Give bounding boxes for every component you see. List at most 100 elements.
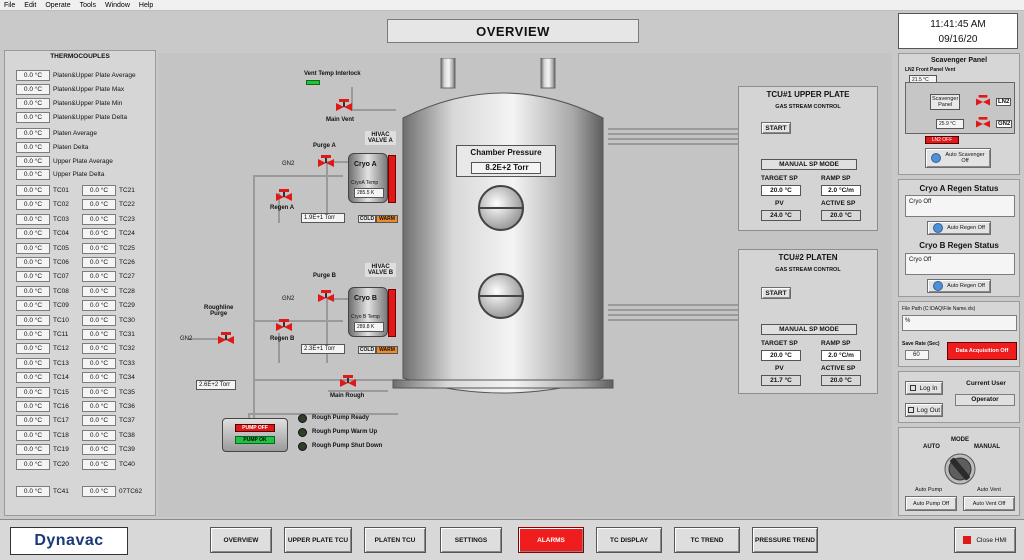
rough-pressure: 2.6E+2 Torr (196, 380, 236, 390)
tcu2-ramp-input[interactable]: 2.0 °C/m (821, 350, 861, 361)
tc-value: 0.0 °C (82, 243, 116, 254)
menu-window[interactable]: Window (105, 0, 130, 10)
rough-pressure-value: 2.6E+2 (199, 382, 219, 388)
roughline-purge-valve[interactable] (218, 332, 234, 348)
regen-a-pressure-value: 1.9E+1 (304, 215, 324, 221)
regen-b-valve[interactable] (276, 319, 292, 335)
ln2-valve[interactable] (976, 95, 990, 109)
tc-label: TC21 (119, 187, 135, 194)
mode-selector-knob[interactable] (943, 452, 977, 486)
pipe (608, 304, 738, 306)
nav-platen-tcu[interactable]: PLATEN TCU (364, 527, 426, 553)
tc-value: 0.0 °C (16, 315, 50, 326)
tc-value: 0.0 °C (82, 343, 116, 354)
menu-file[interactable]: File (4, 0, 15, 10)
pipe (328, 390, 388, 392)
main-vent-valve[interactable] (336, 99, 352, 115)
purge-a-valve[interactable] (318, 155, 334, 171)
tcu2-target-input[interactable]: 20.0 °C (761, 350, 801, 361)
tcu2-start-button[interactable]: START (761, 287, 791, 299)
tcu2-target-label: TARGET SP (761, 340, 798, 347)
cryo-b-pump[interactable]: Cryo B Cryo B Temp 289.8 K (348, 287, 388, 337)
menu-help[interactable]: Help (139, 0, 153, 10)
scavenger-panel: Scavenger Panel LN2 Front Panel Vent 21.… (898, 53, 1020, 175)
tc-label: TC10 (53, 317, 69, 324)
vent-interlock-indicator (306, 80, 320, 85)
tcu1-start-button[interactable]: START (761, 122, 791, 134)
tcu1-target-input[interactable]: 20.0 °C (761, 185, 801, 196)
tc-summary-value: 0.0 °C (16, 156, 50, 167)
login-label: Log In (919, 384, 938, 392)
auto-scavenger-button[interactable]: Auto Scavenger Off (925, 148, 991, 168)
nav-alarms[interactable]: ALARMS (518, 527, 584, 553)
nav-settings[interactable]: SETTINGS (440, 527, 502, 553)
tc-value: 0.0 °C (82, 358, 116, 369)
save-rate-input[interactable]: 60 (905, 350, 929, 360)
tc-summary-label: Platen Average (53, 130, 97, 137)
tc-value: 0.0 °C (16, 430, 50, 441)
cryo-a-pump[interactable]: Cryo A CryoA Temp 285.5 K (348, 153, 388, 203)
regen-a-valve[interactable] (276, 189, 292, 205)
cryo-a-label: Cryo A (354, 161, 377, 168)
regen-panel: Cryo A Regen Status Cryo Off Auto Regen … (898, 179, 1020, 297)
daq-path-input[interactable]: % (902, 315, 1017, 331)
rough-pump[interactable]: PUMP OFF PUMP OK (222, 418, 288, 452)
tcu1-pv-value: 24.0 °C (761, 210, 801, 221)
menu-tools[interactable]: Tools (80, 0, 96, 10)
nav-tc-trend[interactable]: TC TREND (674, 527, 740, 553)
tc-value: 0.0 °C (82, 459, 116, 470)
nav-pressure-trend[interactable]: PRESSURE TREND (752, 527, 818, 553)
tc-summary-value: 0.0 °C (16, 128, 50, 139)
tcu1-panel: TCU#1 UPPER PLATE GAS STREAM CONTROL STA… (738, 86, 878, 231)
purge-b-valve[interactable] (318, 290, 334, 306)
gn2-valve[interactable] (976, 117, 990, 131)
tc-label: TC14 (53, 374, 69, 381)
tc-value: 0.0 °C (16, 329, 50, 340)
data-acquisition-button[interactable]: Data Acquisition Off (947, 342, 1017, 360)
login-button[interactable]: Log In (905, 381, 943, 395)
nav-upper-plate-tcu[interactable]: UPPER PLATE TCU (284, 527, 352, 553)
tcu2-title: TCU#2 PLATEN (778, 253, 838, 262)
menu-edit[interactable]: Edit (24, 0, 36, 10)
tcu1-active-label: ACTIVE SP (821, 200, 856, 207)
tc-label: TC12 (53, 345, 69, 352)
tc-label: TC35 (119, 389, 135, 396)
logout-button[interactable]: Log Out (905, 403, 943, 417)
nav-tc-display[interactable]: TC DISPLAY (596, 527, 662, 553)
nav-overview[interactable]: OVERVIEW (210, 527, 272, 553)
tc-value: 0.0 °C (82, 286, 116, 297)
menu-operate[interactable]: Operate (45, 0, 70, 10)
save-rate-label: Save Rate (Sec) (902, 341, 940, 347)
page-title: OVERVIEW (387, 19, 639, 43)
tc-label: TC40 (119, 461, 135, 468)
cryo-a-temp-label: CryoA Temp (351, 180, 379, 186)
tc-value: 0.0 °C (82, 415, 116, 426)
pipe (608, 128, 738, 130)
tc-value: 0.0 °C (82, 257, 116, 268)
auto-pump-button[interactable]: Auto Pump Off (905, 496, 957, 511)
vent-interlock-label: Vent Temp Interlock (304, 71, 361, 77)
menu-bar: File Edit Operate Tools Window Help (0, 0, 1024, 11)
tc-label: TC39 (119, 446, 135, 453)
purge-a-label: Purge A (313, 143, 336, 149)
tc-label: TC31 (119, 331, 135, 338)
tcu2-ramp-label: RAMP SP (821, 340, 851, 347)
tc-label: TC13 (53, 360, 69, 367)
tcu1-ramp-input[interactable]: 2.0 °C/m (821, 185, 861, 196)
auto-vent-button[interactable]: Auto Vent Off (963, 496, 1015, 511)
tc-label: TC32 (119, 345, 135, 352)
cryo-a-auto-regen-button[interactable]: Auto Regen Off (927, 221, 991, 235)
tc-value: 0.0 °C (82, 185, 116, 196)
tc-label: TC19 (53, 446, 69, 453)
cryo-b-auto-regen-button[interactable]: Auto Regen Off (927, 279, 991, 293)
ln2-label: LN2 (996, 98, 1012, 106)
main-rough-valve[interactable] (340, 375, 356, 391)
ln2-off-indicator: LN2 OFF (925, 136, 959, 144)
tc-label: TC22 (119, 201, 135, 208)
close-hmi-button[interactable]: Close HMI (954, 527, 1016, 553)
tc-value: 0.0 °C (16, 387, 50, 398)
rough-warm-light (298, 428, 307, 437)
tc-value: 0.0 °C (16, 486, 50, 497)
roughline-purge-label: Roughline Purge (204, 305, 234, 317)
pipe (253, 320, 343, 322)
